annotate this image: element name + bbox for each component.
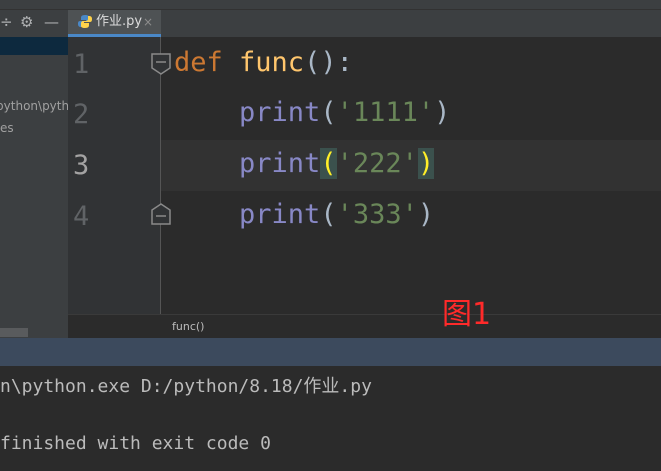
console-line-exit: finished with exit code 0 (0, 433, 271, 454)
tree-path-fragment[interactable]: \python\pyth (0, 99, 68, 113)
open-paren: ( (320, 199, 337, 230)
code-line-2[interactable]: print('1111') (174, 98, 450, 128)
line-number-2: 2 (73, 99, 90, 130)
run-panel-header (0, 338, 661, 366)
string-literal: '333' (336, 199, 418, 230)
code-editor[interactable]: 1 2 3 4 def func(): print('1111') print(… (68, 37, 661, 314)
line-gutter: 1 2 3 4 (68, 37, 171, 314)
code-line-4[interactable]: print('333') (174, 200, 434, 230)
close-paren-matched: ) (417, 148, 435, 179)
close-paren: ) (434, 97, 451, 128)
string-literal: '222' (336, 148, 418, 179)
fold-start-icon[interactable] (150, 53, 172, 75)
python-file-icon (78, 15, 92, 28)
code-line-3[interactable]: print('222') (174, 148, 435, 179)
signature-tail: (): (304, 47, 353, 78)
close-paren: ) (417, 199, 435, 230)
tool-window-header: ÷ ⚙ — 作业.py × (0, 0, 661, 37)
open-paren: ( (320, 97, 337, 128)
function-name: func (239, 47, 305, 78)
breadcrumb: func() (68, 314, 661, 338)
line-number-1: 1 (73, 49, 90, 80)
horizontal-scrollbar[interactable] (0, 328, 28, 337)
editor-tab-active[interactable]: 作业.py × (68, 10, 161, 37)
string-literal: '1111' (336, 97, 435, 128)
close-icon[interactable]: × (143, 14, 153, 30)
tree-item-fragment[interactable]: es (0, 121, 14, 135)
gear-icon[interactable]: ⚙ (20, 13, 33, 31)
builtin-print: print (239, 97, 321, 128)
code-line-1[interactable]: def func(): (174, 48, 353, 78)
figure-annotation: 图1 (442, 297, 492, 332)
console-line-command: n\python.exe D:/python/8.18/作业.py (0, 376, 372, 397)
builtin-print: print (239, 148, 321, 179)
minimize-icon[interactable]: — (44, 13, 59, 31)
line-number-4: 4 (73, 201, 90, 232)
line-number-3: 3 (73, 150, 90, 181)
tab-filename: 作业.py (96, 14, 143, 29)
run-console[interactable]: n\python.exe D:/python/8.18/作业.py finish… (0, 366, 661, 471)
fold-end-icon[interactable] (150, 203, 172, 225)
keyword-def: def (174, 47, 240, 78)
builtin-print: print (239, 199, 321, 230)
collapse-all-icon[interactable]: ÷ (0, 13, 13, 31)
open-paren-matched: ( (320, 148, 337, 179)
breadcrumb-item-func[interactable]: func() (172, 320, 204, 333)
selected-tree-row[interactable] (0, 37, 68, 55)
project-sidebar: \python\pyth es (0, 37, 68, 338)
